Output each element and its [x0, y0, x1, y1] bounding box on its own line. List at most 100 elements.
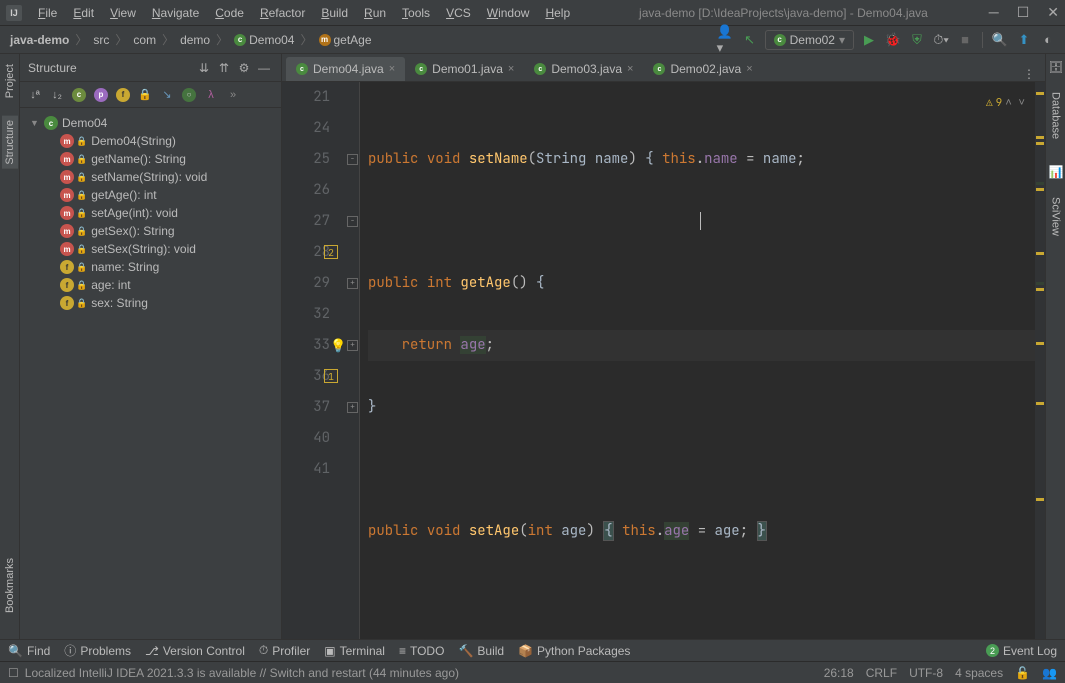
tabs-more-icon[interactable]: ⋮ — [1013, 67, 1045, 81]
run-icon[interactable]: ▶ — [860, 31, 878, 49]
indent[interactable]: 4 spaces — [955, 666, 1003, 680]
todo-tool[interactable]: ≡ TODO — [399, 644, 444, 658]
profile-icon[interactable]: ⏱▾ — [932, 31, 950, 49]
menu-window[interactable]: Window — [479, 3, 538, 23]
menu-edit[interactable]: Edit — [65, 3, 102, 23]
more-icon[interactable]: » — [224, 86, 242, 104]
code-content[interactable]: ⚠9 ˄ ˅ public void setName(String name) … — [360, 82, 1035, 639]
menu-navigate[interactable]: Navigate — [144, 3, 207, 23]
ide-errors-icon[interactable]: ◐ — [1039, 31, 1057, 49]
filter-class-icon[interactable]: c — [70, 86, 88, 104]
run-config-select[interactable]: cDemo02▾ — [765, 30, 854, 50]
build-icon[interactable]: ↖ — [741, 31, 759, 49]
fold-toggle-icon[interactable]: - — [347, 216, 358, 227]
vcs-tool[interactable]: ⎇ Version Control — [145, 644, 245, 658]
coverage-icon[interactable]: ⛨ — [908, 31, 926, 49]
crumb-project[interactable]: java-demo — [8, 33, 71, 47]
close-tab-icon[interactable]: × — [746, 63, 752, 75]
expand-all-icon[interactable]: ⇊ — [195, 59, 213, 77]
intention-bulb-icon[interactable]: 💡 — [330, 330, 346, 361]
fold-toggle-icon[interactable]: + — [347, 278, 358, 289]
tree-member[interactable]: m🔒getAge(): int — [24, 186, 277, 204]
usage-annotation[interactable]: 2 — [324, 245, 338, 259]
encoding[interactable]: UTF-8 — [909, 666, 943, 680]
stop-icon[interactable]: ■ — [956, 31, 974, 49]
python-packages-tool[interactable]: 📦 Python Packages — [518, 644, 630, 658]
crumb-method[interactable]: mgetAge — [317, 33, 374, 47]
editor-tab[interactable]: cDemo02.java× — [643, 57, 762, 81]
search-icon[interactable]: 🔍 — [991, 31, 1009, 49]
tab-project[interactable]: Project — [2, 60, 18, 102]
menu-build[interactable]: Build — [313, 3, 356, 23]
filter-field-icon[interactable]: f — [114, 86, 132, 104]
sync-icon[interactable]: ⬆ — [1015, 31, 1033, 49]
tree-member[interactable]: m🔒setName(String): void — [24, 168, 277, 186]
menu-file[interactable]: File — [30, 3, 65, 23]
crumb-demo[interactable]: demo — [178, 33, 212, 47]
menu-code[interactable]: Code — [207, 3, 252, 23]
tree-member[interactable]: f🔒name: String — [24, 258, 277, 276]
filter-property-icon[interactable]: p — [92, 86, 110, 104]
tree-member[interactable]: m🔒getSex(): String — [24, 222, 277, 240]
status-icon[interactable]: ☐ — [8, 666, 19, 680]
tree-member[interactable]: f🔒age: int — [24, 276, 277, 294]
error-stripe[interactable] — [1035, 82, 1045, 639]
profiler-tool[interactable]: ⏱ Profiler — [259, 643, 310, 658]
filter-anon-icon[interactable]: ○ — [180, 86, 198, 104]
minimize-icon[interactable]: ─ — [989, 4, 999, 21]
tree-member[interactable]: m🔒Demo04(String) — [24, 132, 277, 150]
tree-member[interactable]: m🔒getName(): String — [24, 150, 277, 168]
memory-icon[interactable]: 👥 — [1042, 666, 1057, 680]
editor-tab[interactable]: cDemo01.java× — [405, 57, 524, 81]
tree-member[interactable]: m🔒setSex(String): void — [24, 240, 277, 258]
close-tab-icon[interactable]: × — [627, 63, 633, 75]
menu-refactor[interactable]: Refactor — [252, 3, 313, 23]
filter-lambda-icon[interactable]: λ — [202, 86, 220, 104]
add-config-icon[interactable]: 👤▾ — [717, 31, 735, 49]
collapse-all-icon[interactable]: ⇈ — [215, 59, 233, 77]
close-tab-icon[interactable]: × — [389, 63, 395, 75]
problems-tool[interactable]: ⓘ Problems — [64, 642, 131, 659]
menu-view[interactable]: View — [102, 3, 144, 23]
caret-position[interactable]: 26:18 — [824, 666, 854, 680]
sort-visibility-icon[interactable]: ↓₂ — [48, 86, 66, 104]
readonly-icon[interactable]: 🔓 — [1015, 666, 1030, 680]
event-log[interactable]: 2 Event Log — [986, 644, 1057, 658]
tab-database[interactable]: Database — [1048, 88, 1064, 143]
menu-tools[interactable]: Tools — [394, 3, 438, 23]
crumb-class[interactable]: cDemo04 — [232, 33, 296, 47]
gear-icon[interactable]: ⚙ — [235, 59, 253, 77]
menu-run[interactable]: Run — [356, 3, 394, 23]
filter-interface-icon[interactable]: ↘ — [158, 86, 176, 104]
database-icon[interactable]: 🗄 — [1049, 60, 1063, 74]
filter-lock-icon[interactable]: 🔒 — [136, 86, 154, 104]
code-editor[interactable]: 2124252627282932333637404121 −-+++ ⚠9 ˄ … — [282, 82, 1045, 639]
crumb-src[interactable]: src — [91, 33, 111, 47]
crumb-com[interactable]: com — [131, 33, 158, 47]
terminal-tool[interactable]: ▣ Terminal — [324, 644, 385, 658]
tab-structure[interactable]: Structure — [2, 116, 18, 169]
editor-tab[interactable]: cDemo04.java× — [286, 57, 405, 81]
sort-icon[interactable]: ↓ª — [26, 86, 44, 104]
maximize-icon[interactable]: ☐ — [1017, 4, 1030, 21]
line-separator[interactable]: CRLF — [866, 666, 897, 680]
debug-icon[interactable]: 🐞 — [884, 31, 902, 49]
fold-toggle-icon[interactable]: + — [347, 402, 358, 413]
fold-toggle-icon[interactable]: + — [347, 340, 358, 351]
inspection-indicator[interactable]: ⚠9 ˄ ˅ — [986, 88, 1025, 119]
build-tool[interactable]: 🔨 Build — [458, 644, 504, 658]
sciview-icon[interactable]: 📊 — [1049, 165, 1063, 179]
menu-help[interactable]: Help — [537, 3, 578, 23]
tree-class[interactable]: ▼cDemo04 — [24, 114, 277, 132]
usage-annotation[interactable]: 1 — [324, 369, 338, 383]
hide-icon[interactable]: — — [255, 59, 273, 77]
tree-member[interactable]: f🔒sex: String — [24, 294, 277, 312]
menu-vcs[interactable]: VCS — [438, 3, 479, 23]
close-icon[interactable]: ✕ — [1047, 4, 1059, 21]
tree-member[interactable]: m🔒setAge(int): void — [24, 204, 277, 222]
fold-toggle-icon[interactable]: − — [347, 154, 358, 165]
tab-bookmarks[interactable]: Bookmarks — [2, 554, 18, 617]
editor-tab[interactable]: cDemo03.java× — [524, 57, 643, 81]
tab-sciview[interactable]: SciView — [1048, 193, 1064, 240]
find-tool[interactable]: 🔍 Find — [8, 644, 50, 658]
